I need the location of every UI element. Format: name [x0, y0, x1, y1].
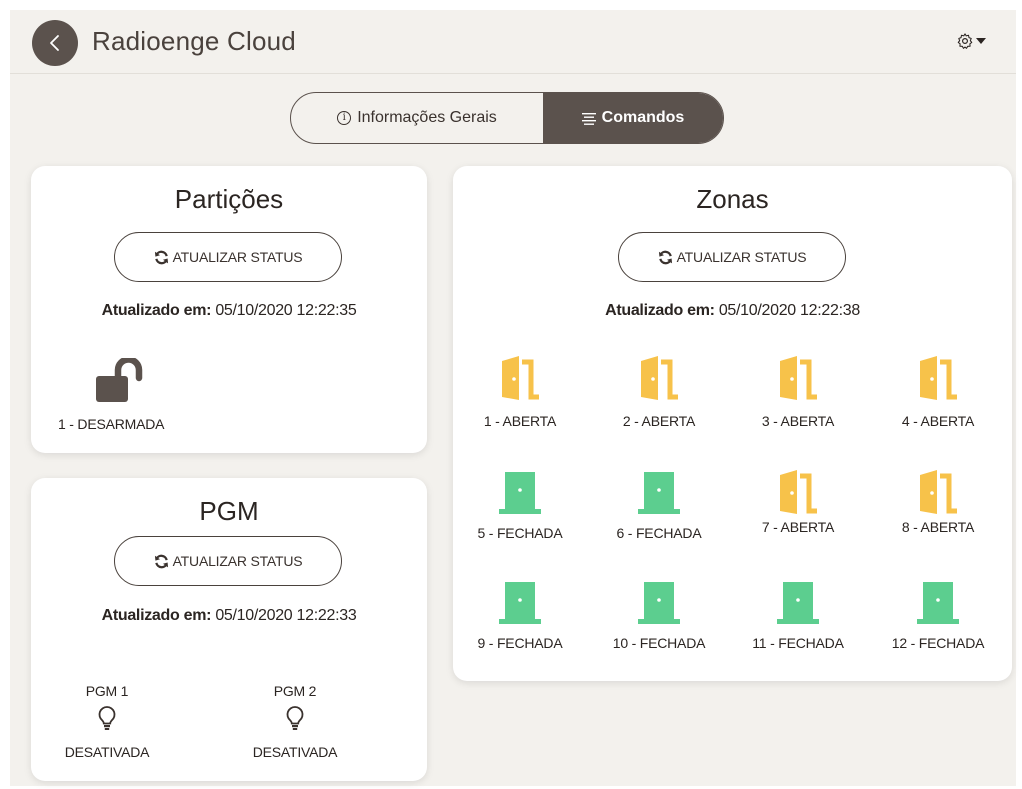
app-window: Radioenge Cloud i Informações Gerais Com… [10, 10, 1016, 786]
zone-item[interactable]: 2 - ABERTA [599, 355, 719, 445]
zone-label: 6 - FECHADA [616, 525, 702, 541]
refresh-icon [154, 554, 168, 568]
info-icon: i [337, 111, 352, 125]
closed-door-icon [917, 582, 959, 624]
zone-item[interactable]: 12 - FECHADA [878, 579, 998, 669]
chevron-down-icon [976, 38, 986, 44]
button-label: ATUALIZAR STATUS [172, 553, 303, 569]
updated-timestamp: Atualizado em: 05/10/2020 12:22:35 [31, 302, 427, 320]
tab-label: Informações Gerais [357, 109, 497, 126]
tab-label: Comandos [601, 109, 685, 126]
list-icon [581, 112, 596, 125]
refresh-icon [658, 250, 672, 264]
zone-label: 1 - ABERTA [483, 413, 557, 429]
particoes-card: Partições ATUALIZAR STATUS Atualizado em… [31, 166, 427, 453]
closed-door-icon [499, 582, 541, 624]
closed-door-icon [638, 582, 680, 624]
zonas-card: Zonas ATUALIZAR STATUS Atualizado em: 05… [453, 166, 1012, 681]
top-bar: Radioenge Cloud [10, 10, 1016, 74]
pgm-card: PGM ATUALIZAR STATUS Atualizado em: 05/1… [31, 478, 427, 781]
updated-timestamp: Atualizado em: 05/10/2020 12:22:38 [453, 302, 1012, 320]
updated-value: 05/10/2020 12:22:35 [215, 302, 357, 319]
open-door-icon [641, 356, 678, 400]
zone-item[interactable]: 8 - ABERTA [878, 469, 998, 559]
open-door-icon [920, 470, 957, 514]
particao-status: 1 - DESARMADA [58, 416, 165, 432]
settings-dropdown[interactable] [956, 32, 986, 50]
view-tabs: i Informações Gerais Comandos [290, 92, 724, 144]
updated-value: 05/10/2020 12:22:33 [215, 607, 357, 624]
chevron-left-icon [50, 35, 59, 51]
refresh-status-button[interactable]: ATUALIZAR STATUS [618, 232, 846, 282]
open-door-icon [780, 470, 817, 514]
zone-label: 5 - FECHADA [477, 525, 563, 541]
tab-comandos[interactable]: Comandos [543, 93, 723, 143]
zone-item[interactable]: 5 - FECHADA [460, 469, 580, 559]
button-label: ATUALIZAR STATUS [172, 249, 303, 265]
zone-item[interactable]: 10 - FECHADA [599, 579, 719, 669]
pgm-name: PGM 1 [85, 683, 129, 699]
tab-informacoes-gerais[interactable]: i Informações Gerais [291, 93, 543, 143]
zone-label: 3 - ABERTA [761, 413, 835, 429]
closed-door-icon [777, 582, 819, 624]
zone-item[interactable]: 11 - FECHADA [738, 579, 858, 669]
lightbulb-icon[interactable] [285, 705, 305, 731]
updated-label: Atualizado em: [101, 302, 212, 319]
card-title: Zonas [696, 184, 769, 214]
card-title: PGM [199, 496, 259, 526]
app-title: Radioenge Cloud [92, 26, 296, 56]
zone-label: 11 - FECHADA [752, 635, 844, 651]
zone-item[interactable]: 1 - ABERTA [460, 355, 580, 445]
zone-item[interactable]: 3 - ABERTA [738, 355, 858, 445]
refresh-icon [154, 250, 168, 264]
pgm-status: DESATIVADA [252, 744, 338, 760]
updated-timestamp: Atualizado em: 05/10/2020 12:22:33 [31, 607, 427, 625]
zone-label: 10 - FECHADA [612, 635, 706, 651]
gear-icon [957, 33, 973, 49]
pgm-status: DESATIVADA [64, 744, 150, 760]
lightbulb-icon[interactable] [97, 705, 117, 731]
zone-label: 9 - FECHADA [477, 635, 563, 651]
zone-label: 7 - ABERTA [761, 519, 835, 535]
updated-label: Atualizado em: [101, 607, 212, 624]
zone-item[interactable]: 7 - ABERTA [738, 469, 858, 559]
open-door-icon [502, 356, 539, 400]
unlocked-padlock-icon[interactable] [95, 358, 147, 404]
closed-door-icon [638, 472, 680, 514]
zone-label: 4 - ABERTA [901, 413, 975, 429]
closed-door-icon [499, 472, 541, 514]
zone-label: 2 - ABERTA [622, 413, 696, 429]
updated-label: Atualizado em: [605, 302, 715, 319]
pgm-name: PGM 2 [273, 683, 317, 699]
zone-item[interactable]: 9 - FECHADA [460, 579, 580, 669]
zone-label: 8 - ABERTA [901, 519, 975, 535]
refresh-status-button[interactable]: ATUALIZAR STATUS [114, 536, 342, 586]
back-button[interactable] [32, 20, 78, 66]
button-label: ATUALIZAR STATUS [676, 249, 807, 265]
open-door-icon [920, 356, 957, 400]
open-door-icon [780, 356, 817, 400]
zone-item[interactable]: 4 - ABERTA [878, 355, 998, 445]
zone-item[interactable]: 6 - FECHADA [599, 469, 719, 559]
card-title: Partições [174, 184, 284, 214]
zone-label: 12 - FECHADA [891, 635, 985, 651]
refresh-status-button[interactable]: ATUALIZAR STATUS [114, 232, 342, 282]
updated-value: 05/10/2020 12:22:38 [718, 302, 860, 319]
